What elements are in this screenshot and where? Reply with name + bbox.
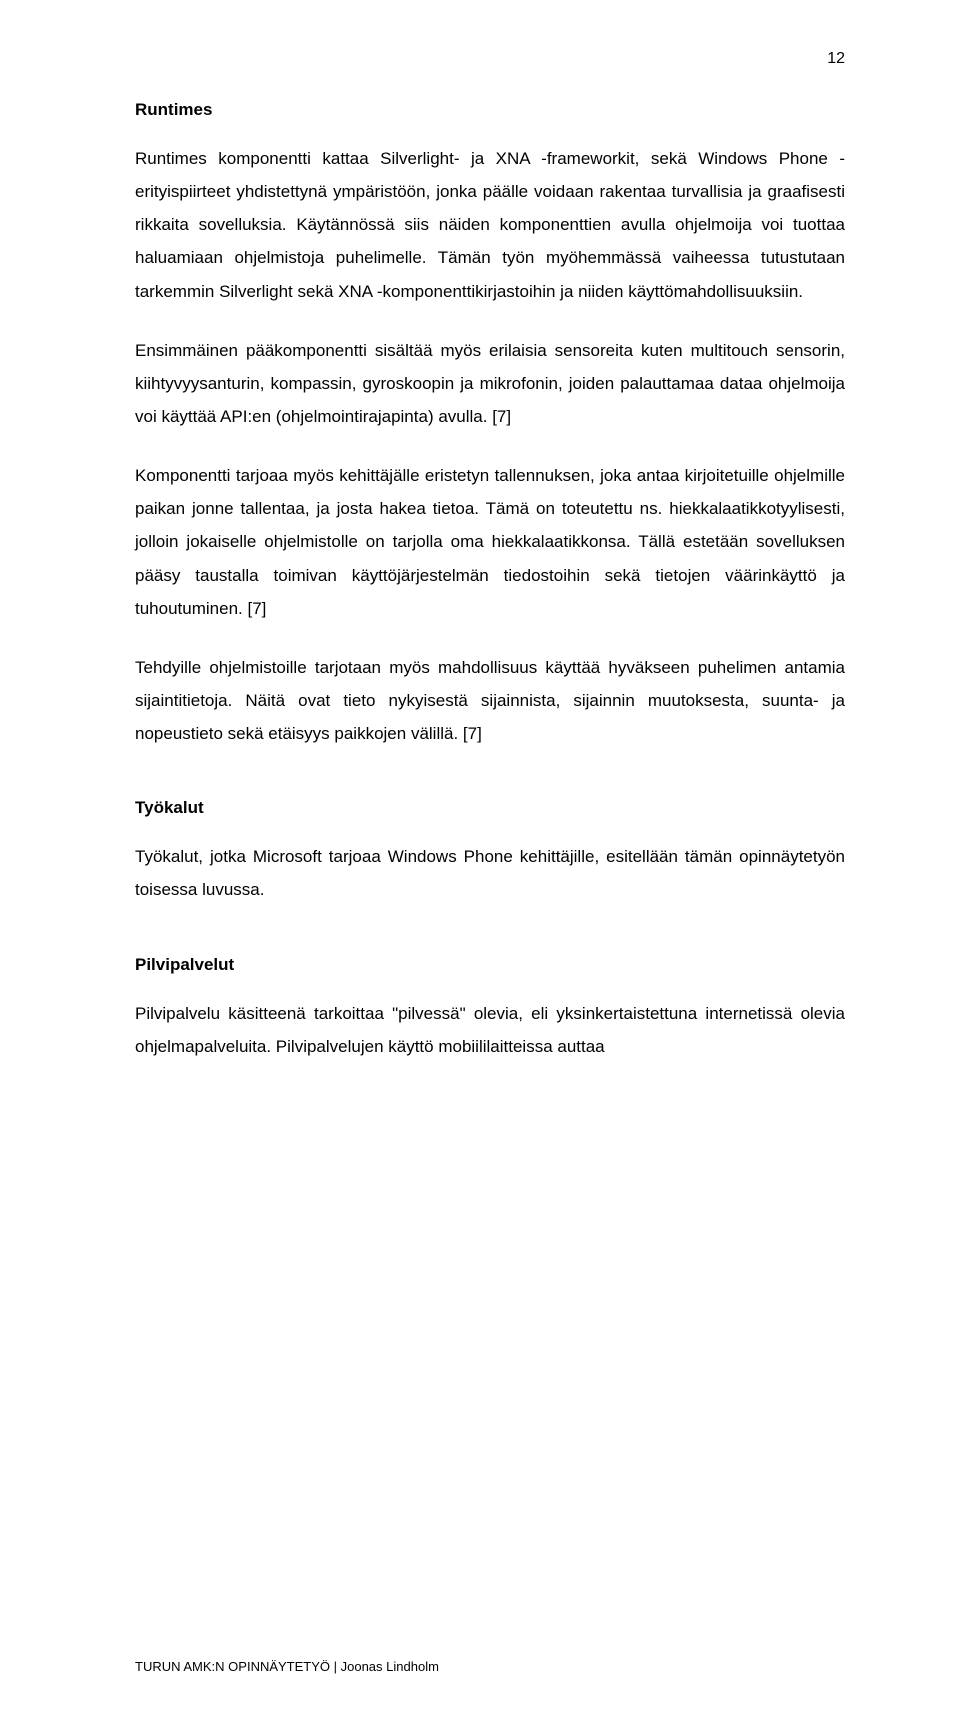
- paragraph: Pilvipalvelu käsitteenä tarkoittaa "pilv…: [135, 997, 845, 1063]
- paragraph: Ensimmäinen pääkomponentti sisältää myös…: [135, 334, 845, 433]
- paragraph: Työkalut, jotka Microsoft tarjoaa Window…: [135, 840, 845, 906]
- heading-cloud: Pilvipalvelut: [135, 955, 845, 975]
- paragraph: Runtimes komponentti kattaa Silverlight-…: [135, 142, 845, 308]
- document-page: 12 Runtimes Runtimes komponentti kattaa …: [0, 0, 960, 1734]
- heading-runtimes: Runtimes: [135, 100, 845, 120]
- paragraph: Tehdyille ohjelmistoille tarjotaan myös …: [135, 651, 845, 750]
- footer-text: TURUN AMK:N OPINNÄYTETYÖ | Joonas Lindho…: [135, 1659, 439, 1674]
- paragraph: Komponentti tarjoaa myös kehittäjälle er…: [135, 459, 845, 625]
- heading-tools: Työkalut: [135, 798, 845, 818]
- page-number: 12: [827, 50, 845, 68]
